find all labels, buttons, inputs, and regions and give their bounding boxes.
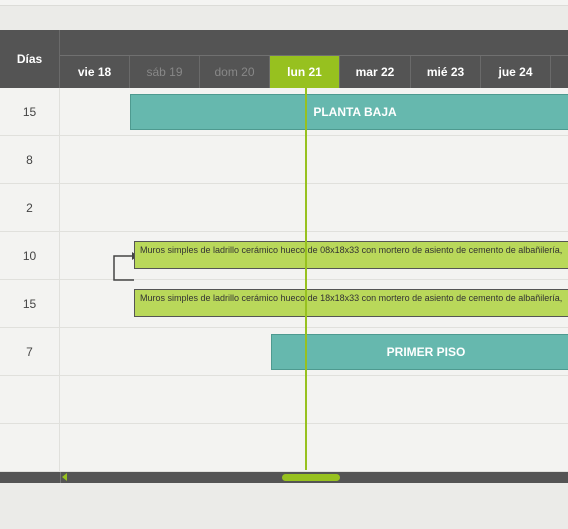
duration-cell: 7	[0, 328, 60, 376]
task-bar[interactable]: Muros simples de ladrillo cerámico hueco…	[134, 289, 568, 317]
task-row[interactable]	[0, 376, 568, 424]
date-column-header[interactable]: mar 22	[340, 56, 411, 88]
duration-cell: 10	[0, 232, 60, 280]
summary-bar-planta-baja[interactable]: PLANTA BAJA	[130, 94, 568, 130]
date-column-header[interactable]: mié 23	[411, 56, 481, 88]
days-column-header: Días	[0, 30, 60, 88]
scrollbar-thumb[interactable]	[282, 474, 340, 481]
task-bar[interactable]: Muros simples de ladrillo cerámico hueco…	[134, 241, 568, 269]
duration-cell	[0, 376, 60, 424]
date-column-header-today[interactable]: lun 21	[270, 56, 340, 88]
today-marker-line	[305, 88, 307, 470]
duration-cell: 15	[0, 280, 60, 328]
duration-cell	[0, 424, 60, 472]
task-row[interactable]	[0, 424, 568, 472]
horizontal-scrollbar[interactable]	[0, 472, 568, 483]
date-column-header[interactable]: sáb 19	[130, 56, 200, 88]
timeline-header-days: vie 18 sáb 19 dom 20 lun 21 mar 22 mié 2…	[60, 56, 568, 88]
date-column-header[interactable]: vie 18	[60, 56, 130, 88]
gantt-chart: Días vie 18 sáb 19 dom 20 lun 21 mar 22 …	[0, 30, 568, 483]
duration-cell: 2	[0, 184, 60, 232]
scrollbar-divider	[60, 472, 61, 483]
duration-cell: 8	[0, 136, 60, 184]
date-column-header[interactable]: jue 24	[481, 56, 551, 88]
timeline-header-month	[60, 30, 568, 56]
date-column-header[interactable]: dom 20	[200, 56, 270, 88]
duration-cell: 15	[0, 88, 60, 136]
summary-bar-primer-piso[interactable]: PRIMER PISO	[271, 334, 568, 370]
task-row[interactable]: 2	[0, 184, 568, 232]
scroll-left-arrow-icon[interactable]	[62, 473, 67, 481]
date-column-header-partial[interactable]	[551, 56, 568, 88]
top-toolbar-strip	[0, 0, 568, 6]
task-row[interactable]: 8	[0, 136, 568, 184]
